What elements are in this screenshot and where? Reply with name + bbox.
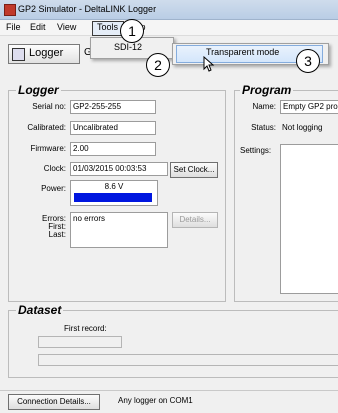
last-label: Last: <box>48 230 66 239</box>
window-title: GP2 Simulator - DeltaLINK Logger <box>18 4 157 14</box>
menu-bar <box>0 20 338 36</box>
menu-edit[interactable]: Edit <box>28 22 48 32</box>
program-status-label: Status: <box>251 123 276 132</box>
menu-transparent-mode[interactable]: Transparent mode <box>206 47 279 57</box>
callout-3: 3 <box>296 49 320 73</box>
logger-icon <box>12 48 25 61</box>
firmware-label: Firmware: <box>30 144 66 153</box>
connection-status: Any logger on COM1 <box>118 396 193 405</box>
callout-1: 1 <box>120 19 144 43</box>
program-section-title: Program <box>240 83 294 97</box>
power-meter: 8.6 V <box>70 180 158 206</box>
calibrated-field: Uncalibrated <box>70 121 156 135</box>
clock-label: Clock: <box>43 164 66 173</box>
settings-label: Settings: <box>240 146 272 155</box>
logger-button[interactable]: Logger <box>8 44 80 64</box>
serial-label: Serial no: <box>32 102 66 111</box>
logger-button-label: Logger <box>29 47 64 59</box>
app-icon <box>4 4 16 16</box>
logger-section-title: Logger <box>16 83 61 97</box>
errors-field: no errors <box>70 212 168 248</box>
menu-tools[interactable]: Tools <box>95 22 120 32</box>
first-record-label: First record: <box>64 324 107 333</box>
set-clock-button[interactable]: Set Clock... <box>170 162 218 178</box>
mouse-cursor-icon <box>203 56 215 72</box>
dataset-progress-bar <box>38 354 338 366</box>
first-record-field <box>38 336 122 348</box>
program-name-field: Empty GP2 prog <box>280 100 338 114</box>
dataset-section-title: Dataset <box>16 303 64 317</box>
program-status-value: Not logging <box>282 123 323 132</box>
callout-2: 2 <box>146 53 170 77</box>
details-button[interactable]: Details... <box>172 212 218 228</box>
program-name-label: Name: <box>252 102 276 111</box>
menu-sdi12[interactable]: SDI-12 <box>114 42 142 52</box>
power-value: 8.6 V <box>104 182 124 191</box>
settings-box <box>280 144 338 294</box>
menu-file[interactable]: File <box>4 22 23 32</box>
serial-field: GP2-255-255 <box>70 100 156 114</box>
clock-field: 01/03/2015 00:03:53 <box>70 162 168 176</box>
power-label: Power: <box>41 184 66 193</box>
calibrated-label: Calibrated: <box>27 123 66 132</box>
power-bar <box>74 193 152 202</box>
firmware-field: 2.00 <box>70 142 156 156</box>
connection-details-button[interactable]: Connection Details... <box>8 394 100 410</box>
menu-view[interactable]: View <box>55 22 78 32</box>
